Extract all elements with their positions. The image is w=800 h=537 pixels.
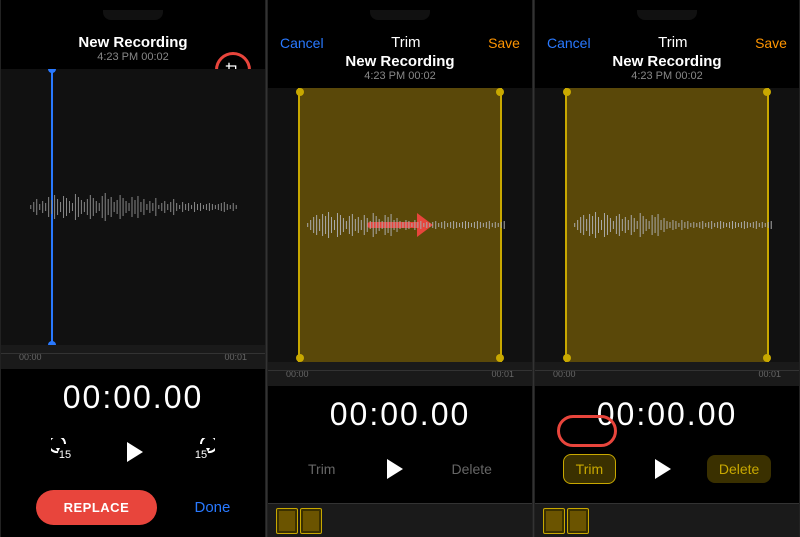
trim-button-2[interactable]: Trim xyxy=(296,455,347,483)
waveform-area-3 xyxy=(535,88,799,362)
notch-3 xyxy=(637,10,697,20)
waveform-svg-2 xyxy=(268,195,532,255)
trim-button-3[interactable]: Trim xyxy=(563,454,616,484)
play-button-1[interactable] xyxy=(111,430,155,474)
panel-2: Cancel Trim Save New Recording 4:23 PM 0… xyxy=(267,0,533,537)
notch-2 xyxy=(370,10,430,20)
cancel-button-2[interactable]: Cancel xyxy=(280,35,324,51)
handle-dot-tl-3 xyxy=(563,88,571,96)
film-frame-2 xyxy=(300,508,322,534)
play-button-3[interactable] xyxy=(639,447,683,491)
filmstrip-inner-2 xyxy=(276,508,322,534)
svg-text:15: 15 xyxy=(59,449,71,461)
trim-highlight-circle xyxy=(557,415,617,447)
waveform-svg-3 xyxy=(535,195,799,255)
trim-delete-container-3: Trim Delete xyxy=(535,439,799,503)
notch xyxy=(103,10,163,20)
timer-text-2: 00:00.00 xyxy=(268,396,532,433)
filmstrip-inner-3 xyxy=(543,508,589,534)
save-button-2[interactable]: Save xyxy=(488,35,520,51)
waveform-area-2 xyxy=(268,88,532,362)
film-frame-4 xyxy=(567,508,589,534)
skip-forward-icon: 15 xyxy=(187,438,215,466)
delete-button-3[interactable]: Delete xyxy=(707,455,771,483)
playhead-top-dot xyxy=(48,69,56,73)
play-button-2[interactable] xyxy=(371,447,415,491)
timeline-bar-2: 00:00 00:01 xyxy=(268,362,532,386)
timer-text-1: 00:00.00 xyxy=(1,379,265,416)
notch-bar xyxy=(1,0,265,30)
film-frame-1 xyxy=(276,508,298,534)
trim-delete-row-2: Trim Delete xyxy=(268,439,532,503)
replace-button[interactable]: REPLACE xyxy=(36,490,158,525)
panel-3: Cancel Trim Save New Recording 4:23 PM 0… xyxy=(534,0,800,537)
timer-display-2: 00:00.00 xyxy=(268,386,532,439)
panel-1: New Recording 4:23 PM 00:02 xyxy=(0,0,266,537)
header-2: Cancel Trim Save New Recording 4:23 PM 0… xyxy=(268,30,532,88)
timer-display-1: 00:00.00 xyxy=(1,369,265,422)
recording-title-3: New Recording xyxy=(547,53,787,70)
header-3: Cancel Trim Save New Recording 4:23 PM 0… xyxy=(535,30,799,88)
nav-title-3: Trim xyxy=(658,34,687,51)
timeline-line-2 xyxy=(268,370,532,371)
filmstrip-2 xyxy=(268,503,532,537)
cancel-button-3[interactable]: Cancel xyxy=(547,35,591,51)
recording-subtitle-2: 4:23 PM 00:02 xyxy=(280,70,520,82)
delete-button-2[interactable]: Delete xyxy=(440,455,504,483)
film-frame-3 xyxy=(543,508,565,534)
handle-dot-tr-3 xyxy=(763,88,771,96)
notch-bar-2 xyxy=(268,0,532,30)
trim-delete-row-3: Trim Delete xyxy=(535,439,799,503)
handle-dot-tl xyxy=(296,88,304,96)
play-icon-3 xyxy=(655,459,671,479)
controls-1: 15 15 xyxy=(1,422,265,482)
play-icon-1 xyxy=(127,442,143,462)
header-nav-2: Cancel Trim Save xyxy=(280,34,520,51)
recording-title-1: New Recording xyxy=(13,34,253,51)
play-icon-2 xyxy=(387,459,403,479)
svg-text:15: 15 xyxy=(195,449,207,461)
recording-title-2: New Recording xyxy=(280,53,520,70)
handle-dot-bl-3 xyxy=(563,354,571,362)
action-row-1: REPLACE Done xyxy=(1,482,265,537)
handle-dot-bl xyxy=(296,354,304,362)
waveform-svg-1 xyxy=(1,177,265,237)
notch-bar-3 xyxy=(535,0,799,30)
timeline-line-1 xyxy=(1,353,265,354)
timeline-bar-3: 00:00 00:01 xyxy=(535,362,799,386)
waveform-area-1 xyxy=(1,69,265,345)
handle-dot-br xyxy=(496,354,504,362)
recording-subtitle-3: 4:23 PM 00:02 xyxy=(547,70,787,82)
header-nav-3: Cancel Trim Save xyxy=(547,34,787,51)
skip-back-icon: 15 xyxy=(51,438,79,466)
filmstrip-3 xyxy=(535,503,799,537)
handle-dot-br-3 xyxy=(763,354,771,362)
skip-forward-button-1[interactable]: 15 xyxy=(183,434,219,470)
timeline-bar-1: 00:00 00:01 xyxy=(1,345,265,369)
timeline-line-3 xyxy=(535,370,799,371)
save-button-3[interactable]: Save xyxy=(755,35,787,51)
done-button[interactable]: Done xyxy=(195,499,231,516)
handle-dot-tr xyxy=(496,88,504,96)
nav-title-2: Trim xyxy=(391,34,420,51)
skip-back-button-1[interactable]: 15 xyxy=(47,434,83,470)
